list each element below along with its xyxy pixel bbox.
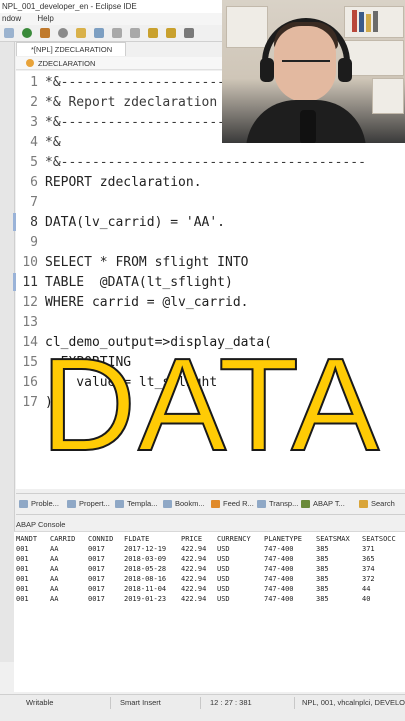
- tab-problems[interactable]: Proble...: [18, 494, 59, 514]
- code-line: 9: [30, 235, 38, 250]
- hierarchy-icon: [301, 500, 310, 508]
- pin-icon[interactable]: [184, 28, 194, 38]
- code-line: 6 REPORT zdeclaration.: [30, 175, 202, 190]
- status-bar: Writable Smart Insert 12 : 27 : 381 NPL,…: [0, 694, 405, 721]
- book: [373, 11, 378, 32]
- next-annotation-icon[interactable]: [112, 28, 122, 38]
- presenter-webcam: [222, 0, 405, 143]
- views-tab-bar: Proble... Propert... Templa... Bookm... …: [16, 493, 405, 515]
- headset-earcup: [260, 58, 274, 82]
- code-line: 5 *&-------------------------------------…: [30, 155, 366, 170]
- table-row: 001 AA 0017 2019-01-23 422.94 USD 747-40…: [16, 595, 371, 603]
- book: [366, 14, 371, 32]
- code-line: 12 WHERE carrid = @lv_carrid.: [22, 295, 249, 310]
- templates-icon: [115, 500, 124, 508]
- properties-icon: [67, 500, 76, 508]
- book: [352, 10, 357, 32]
- code-line: 11 TABLE @DATA(lt_sflight): [13, 273, 405, 293]
- tab-search[interactable]: Search: [358, 494, 395, 514]
- status-separator: [294, 697, 295, 709]
- tab-templates[interactable]: Templa...: [114, 494, 157, 514]
- left-trim-bar: [0, 42, 15, 662]
- editor-tab-label: *[NPL] ZDECLARATION: [31, 45, 113, 54]
- status-system: NPL, 001, vhcalnplci, DEVELOPE: [302, 698, 405, 707]
- bookshelf: [372, 78, 404, 114]
- abap-console-output[interactable]: MANDT CARRID CONNID FLDATE PRICE CURRENC…: [14, 531, 405, 692]
- bookshelf: [344, 40, 404, 76]
- status-separator: [110, 697, 111, 709]
- tab-feed-reader[interactable]: Feed R...: [210, 494, 254, 514]
- external-tools-icon[interactable]: [40, 28, 50, 38]
- table-row: 001 AA 0017 2018-08-16 422.94 USD 747-40…: [16, 575, 375, 583]
- previous-annotation-icon[interactable]: [130, 28, 140, 38]
- edit-icon[interactable]: [76, 28, 86, 38]
- tab-transport[interactable]: Transp...: [256, 494, 298, 514]
- status-mode: Writable: [26, 698, 54, 707]
- editor-tab-zdeclaration[interactable]: *[NPL] ZDECLARATION: [16, 42, 126, 56]
- feed-icon: [211, 500, 220, 508]
- code-line: 7: [30, 195, 38, 210]
- microphone: [300, 110, 316, 143]
- code-line: 10 SELECT * FROM sflight INTO: [22, 255, 249, 270]
- forward-arrow-icon[interactable]: [166, 28, 176, 38]
- book: [359, 12, 364, 32]
- bookshelf: [226, 6, 268, 48]
- tab-bookmarks[interactable]: Bookm...: [162, 494, 205, 514]
- glasses: [282, 60, 330, 74]
- table-row: 001 AA 0017 2018-11-04 422.94 USD 747-40…: [16, 585, 371, 593]
- search-icon: [359, 500, 368, 508]
- menu-item-window[interactable]: ndow: [2, 14, 21, 23]
- status-insert-mode: Smart Insert: [120, 698, 161, 707]
- problems-icon: [19, 500, 28, 508]
- tab-abap-type-hierarchy[interactable]: ABAP T...: [300, 494, 345, 514]
- run-icon[interactable]: [22, 28, 32, 38]
- table-row: 001 AA 0017 2017-12-19 422.94 USD 747-40…: [16, 545, 375, 553]
- transport-icon: [257, 500, 266, 508]
- overlay-caption: DATA: [40, 331, 382, 478]
- console-title: ABAP Console: [16, 520, 66, 529]
- bookmarks-icon: [163, 500, 172, 508]
- table-header-row: MANDT CARRID CONNID FLDATE PRICE CURRENC…: [16, 535, 396, 543]
- status-separator: [200, 697, 201, 709]
- annotation-icon[interactable]: [94, 28, 104, 38]
- back-arrow-icon[interactable]: [148, 28, 158, 38]
- code-line: 8 DATA(lv_carrid) = 'AA'.: [13, 213, 405, 233]
- tab-properties[interactable]: Propert...: [66, 494, 110, 514]
- menu-item-help[interactable]: Help: [37, 14, 53, 23]
- code-line: 13: [22, 315, 38, 330]
- report-icon: [26, 59, 34, 67]
- headset-earcup: [338, 58, 352, 82]
- status-cursor-position: 12 : 27 : 381: [210, 698, 252, 707]
- breadcrumb-label: ZDECLARATION: [38, 59, 96, 68]
- debug-icon[interactable]: [4, 28, 14, 38]
- table-row: 001 AA 0017 2018-05-28 422.94 USD 747-40…: [16, 565, 375, 573]
- search-icon[interactable]: [58, 28, 68, 38]
- table-row: 001 AA 0017 2018-03-09 422.94 USD 747-40…: [16, 555, 375, 563]
